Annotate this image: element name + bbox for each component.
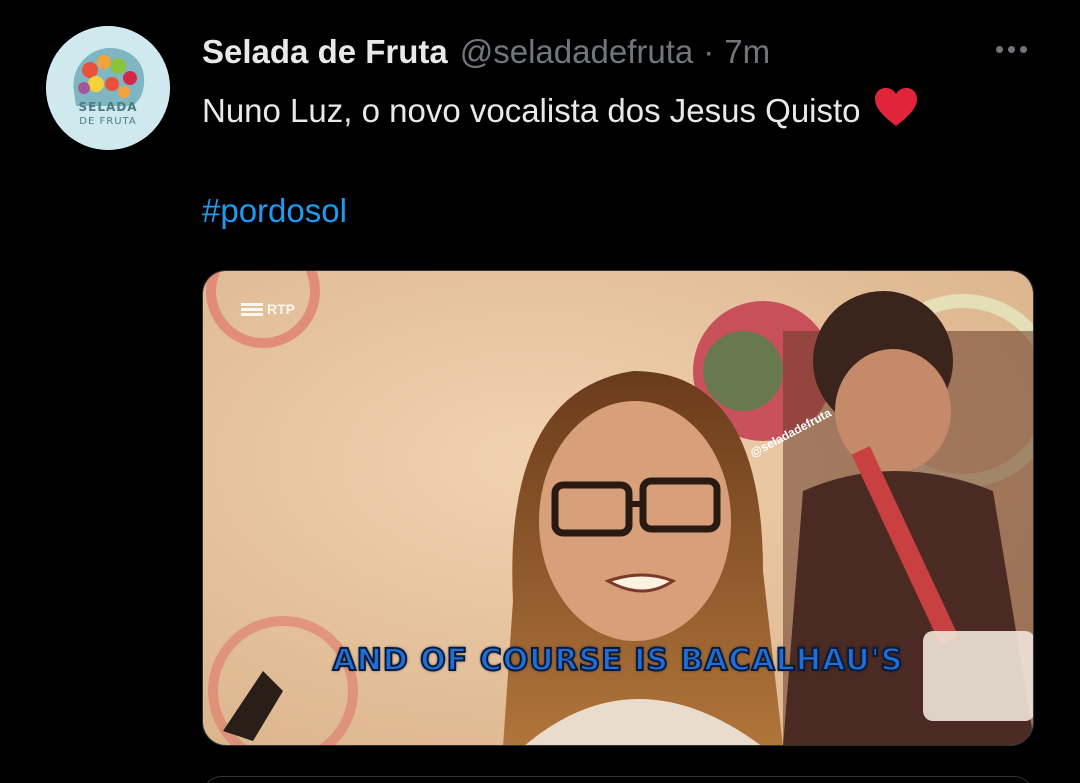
avatar-text-de-fruta: DE FRUTA [79,116,137,127]
tweet[interactable]: SELADA DE FRUTA Selada de Fruta @seladad… [0,0,1080,783]
tweet-timestamp[interactable]: 7m [724,33,770,71]
hashtag-link[interactable]: #pordosol [202,192,347,230]
heart-icon [873,86,919,136]
display-name[interactable]: Selada de Fruta [202,33,448,71]
more-options-icon[interactable] [988,34,1034,64]
more-dot [1007,45,1015,53]
tweet-text: Nuno Luz, o novo vocalista dos Jesus Qui… [202,86,919,136]
tweet-header: Selada de Fruta @seladadefruta · 7m [202,30,770,74]
rtp-logo-icon [241,302,263,316]
avatar-logo-icon [46,26,170,150]
next-media-card[interactable] [202,776,1034,783]
separator-dot: · [703,33,715,70]
more-dot [1019,45,1027,53]
tweet-media[interactable]: RTP @seladadefruta AND OF COURSE IS BACA… [202,270,1034,746]
avatar[interactable]: SELADA DE FRUTA [46,26,170,150]
avatar-text-selada: SELADA [78,100,138,114]
rtp-logo: RTP [241,301,295,317]
more-dot [995,45,1003,53]
user-handle[interactable]: @seladadefruta [460,33,693,71]
tweet-text-body: Nuno Luz, o novo vocalista dos Jesus Qui… [202,92,861,129]
rtp-logo-text: RTP [267,301,295,317]
image-subtitle: AND OF COURSE IS BACALHAU'S [332,642,904,679]
